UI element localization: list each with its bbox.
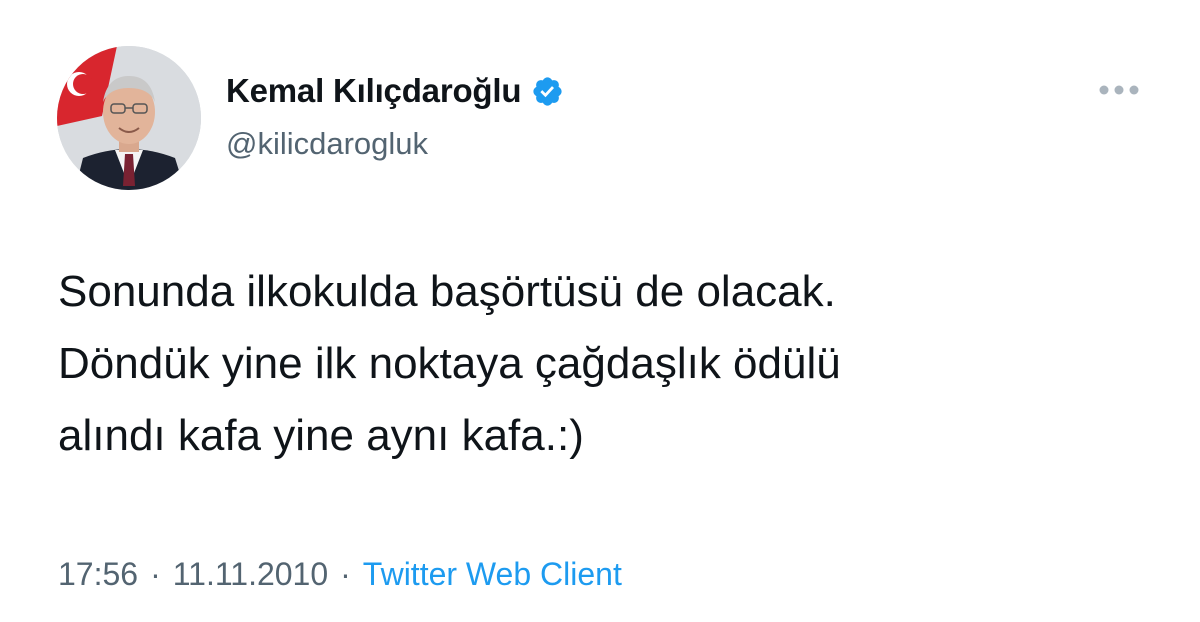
meta-separator: · [340, 556, 351, 592]
tweet-text-line: Döndük yine ilk noktaya çağdaşlık ödülü [58, 339, 841, 388]
display-name-text[interactable]: Kemal Kılıçdaroğlu [226, 72, 522, 110]
tweet-card: Kemal Kılıçdaroğlu @kilicdarogluk Sonund… [0, 0, 1200, 622]
more-horizontal-icon[interactable] [1096, 80, 1142, 100]
tweet-text: Sonunda ilkokulda başörtüsü de olacak. D… [58, 256, 1158, 472]
tweet-time[interactable]: 17:56 [58, 556, 138, 592]
tweet-date[interactable]: 11.11.2010 [173, 556, 328, 592]
user-handle[interactable]: @kilicdarogluk [226, 126, 428, 162]
tweet-source-link[interactable]: Twitter Web Client [363, 556, 622, 592]
display-name[interactable]: Kemal Kılıçdaroğlu [226, 72, 564, 110]
profile-photo-icon [57, 46, 201, 190]
meta-separator: · [150, 556, 161, 592]
tweet-text-line: Sonunda ilkokulda başörtüsü de olacak. [58, 267, 836, 316]
tweet-text-line: alındı kafa yine aynı kafa.:) [58, 411, 584, 460]
tweet-metadata: 17:56 · 11.11.2010 · Twitter Web Client [58, 556, 622, 593]
avatar[interactable] [57, 46, 201, 190]
verified-badge-icon [531, 75, 564, 108]
